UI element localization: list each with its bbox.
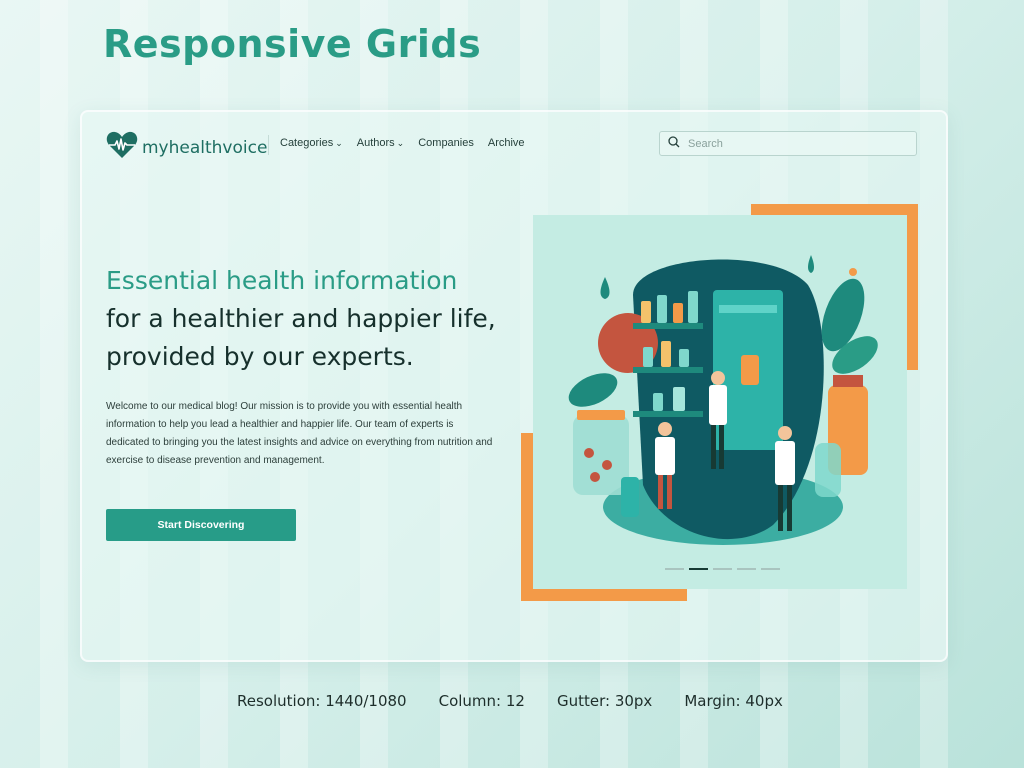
- page-title: Responsive Grids: [103, 22, 482, 66]
- spec-margin: Margin: 40px: [684, 692, 783, 710]
- grid-specs: Resolution: 1440/1080 Column: 12 Gutter:…: [237, 692, 783, 710]
- spec-resolution: Resolution: 1440/1080: [237, 692, 407, 710]
- carousel-dot[interactable]: [665, 568, 684, 570]
- nav-label: Categories: [280, 137, 334, 149]
- hero-description: Welcome to our medical blog! Our mission…: [106, 401, 493, 466]
- search-box[interactable]: [659, 131, 917, 156]
- start-discovering-button[interactable]: Start Discovering: [106, 509, 296, 541]
- pharmacy-scene-image: [533, 215, 907, 589]
- carousel-dot[interactable]: [713, 568, 732, 570]
- carousel-indicators: [665, 568, 780, 570]
- search-icon: [668, 135, 680, 153]
- brand-name: myhealthvoice: [142, 137, 268, 158]
- hero-illustration: [533, 215, 907, 589]
- nav-item-companies[interactable]: Companies: [418, 137, 474, 149]
- hero-title-accent: Essential health information: [106, 266, 458, 295]
- brand-logo[interactable]: myhealthvoice: [106, 131, 267, 164]
- carousel-dot-active[interactable]: [689, 568, 708, 570]
- search-input[interactable]: [686, 136, 900, 151]
- main-nav: Categories ⌄ Authors ⌄ Companies Archive: [280, 137, 525, 149]
- carousel-dot[interactable]: [761, 568, 780, 570]
- hero-title: Essential health information for a healt…: [106, 262, 506, 376]
- nav-label: Authors: [356, 137, 395, 149]
- chevron-down-icon: ⌄: [396, 138, 405, 148]
- carousel-dot[interactable]: [737, 568, 756, 570]
- hero-title-rest: for a healthier and happier life, provid…: [106, 304, 496, 371]
- spec-gutter: Gutter: 30px: [556, 692, 653, 710]
- chevron-down-icon: ⌄: [335, 138, 343, 148]
- nav-item-categories[interactable]: Categories ⌄: [280, 137, 343, 149]
- nav-item-archive[interactable]: Archive: [488, 137, 525, 149]
- nav-item-authors[interactable]: Authors ⌄: [357, 137, 404, 149]
- nav-divider: [268, 135, 269, 155]
- spec-column: Column: 12: [438, 692, 525, 710]
- heart-pulse-logo-icon: [106, 131, 138, 164]
